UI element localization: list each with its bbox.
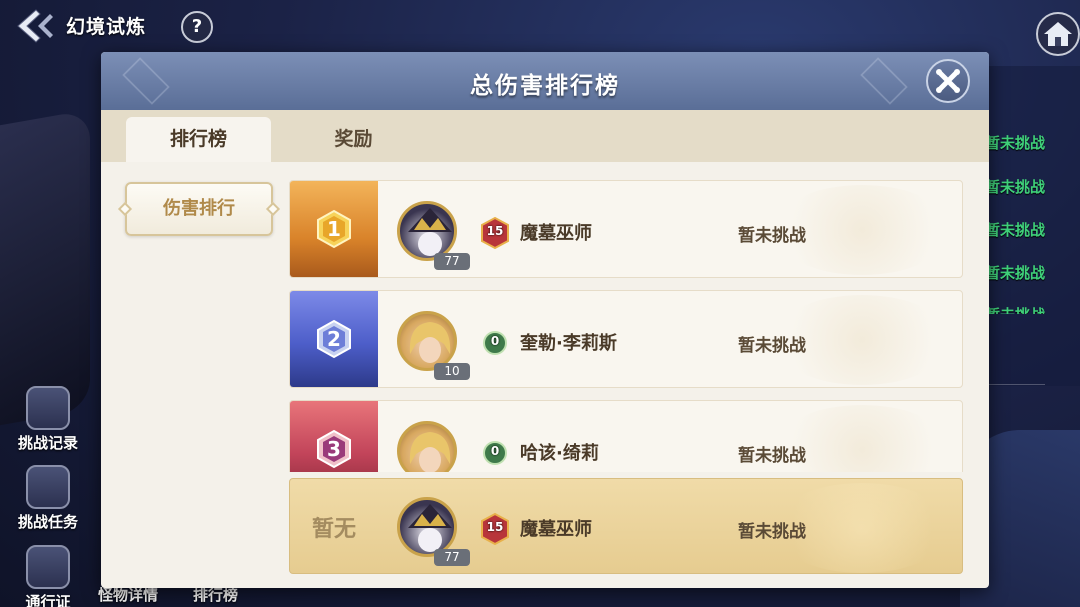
- challenge-task-button[interactable]: 挑战任务: [8, 465, 88, 532]
- ranking-row[interactable]: 3 10 0 哈该·绮莉 暂未挑战: [289, 400, 963, 472]
- rank-background: 1: [290, 181, 378, 277]
- background-status-text: 暂未挑战: [985, 178, 1046, 196]
- player-avatar[interactable]: [397, 201, 457, 261]
- pass-button[interactable]: 通行证: [8, 545, 88, 607]
- star-count: 0: [490, 334, 500, 348]
- back-arrow-icon: [17, 9, 53, 43]
- star-count: 15: [486, 520, 504, 534]
- diamond-ornament: [117, 201, 133, 217]
- player-name: 魔墓巫师: [520, 519, 592, 540]
- home-button[interactable]: [1036, 12, 1080, 56]
- home-icon: [1044, 22, 1072, 46]
- close-button[interactable]: [926, 59, 970, 103]
- star-rank-badge: 15: [478, 512, 512, 546]
- scroll-icon: [26, 465, 70, 509]
- ranking-row[interactable]: 2 10 0 奎勒·李莉斯 暂未挑战: [289, 290, 963, 388]
- challenge-status: 暂未挑战: [738, 336, 806, 356]
- star-rank-badge: 15: [478, 216, 512, 250]
- tab-leaderboard[interactable]: 排行榜: [126, 117, 271, 162]
- player-name: 奎勒·李莉斯: [520, 333, 617, 354]
- rank-background: 2: [290, 291, 378, 387]
- star-rank-badge: 0: [478, 436, 512, 470]
- tab-rewards[interactable]: 奖励: [281, 117, 426, 162]
- star-rank-badge: 0: [478, 326, 512, 360]
- tab-bar: 排行榜 奖励: [101, 110, 989, 162]
- background-status-text: 暂未挑战: [985, 221, 1046, 239]
- player-avatar[interactable]: [397, 421, 457, 472]
- challenge-status: 暂未挑战: [738, 226, 806, 246]
- modal-header: 总伤害排行榜: [101, 52, 989, 110]
- side-menu-label: 通行证: [25, 593, 71, 607]
- challenge-status: 暂未挑战: [738, 446, 806, 466]
- player-name: 哈该·绮莉: [520, 443, 599, 464]
- rank-number: 2: [327, 327, 341, 351]
- scroll-icon: [26, 386, 70, 430]
- category-label: 伤害排行: [163, 198, 235, 219]
- player-level: 10: [434, 363, 470, 380]
- challenge-status: 暂未挑战: [738, 522, 806, 542]
- background-status-text: 暂未挑战: [985, 264, 1046, 282]
- player-avatar[interactable]: [397, 497, 457, 557]
- challenge-record-button[interactable]: 挑战记录: [8, 386, 88, 453]
- player-avatar[interactable]: [397, 311, 457, 371]
- background-status-text: 暂未挑战: [985, 134, 1046, 152]
- rank-number: 3: [327, 437, 341, 461]
- back-button[interactable]: [16, 8, 56, 44]
- card-icon: [26, 545, 70, 589]
- close-icon: [936, 69, 960, 93]
- side-menu-label: 挑战记录: [17, 434, 78, 452]
- rank-background: 3: [290, 401, 378, 472]
- diamond-ornament: [265, 201, 281, 217]
- help-button[interactable]: ?: [181, 11, 213, 43]
- character-portrait-icon: [409, 432, 451, 472]
- my-ranking-row: 暂无 77 15 魔墓巫师 暂未挑战: [289, 478, 963, 574]
- ranking-row[interactable]: 1 77 15 魔墓巫师 暂未挑战: [289, 180, 963, 278]
- leaderboard-modal: 总伤害排行榜 排行榜 奖励 伤害排行 1 77 15 魔墓巫师 暂未挑战 2 1…: [101, 52, 989, 588]
- page-title: 幻境试炼: [66, 16, 147, 38]
- my-rank: 暂无: [311, 517, 356, 542]
- modal-title: 总伤害排行榜: [470, 73, 620, 99]
- star-count: 0: [490, 444, 500, 458]
- damage-ranking-category[interactable]: 伤害排行: [117, 182, 281, 236]
- divider: [985, 384, 1045, 385]
- ranking-list[interactable]: 1 77 15 魔墓巫师 暂未挑战 2 10 0 奎勒·李莉斯 暂未挑战 3 0…: [282, 172, 972, 472]
- background-rock: [0, 109, 90, 431]
- star-count: 15: [486, 224, 504, 238]
- background-status-text: 暂未挑战: [985, 304, 1080, 314]
- side-menu-label: 挑战任务: [17, 513, 78, 531]
- player-level: 77: [434, 253, 470, 270]
- player-name: 魔墓巫师: [520, 223, 592, 244]
- player-level: 77: [434, 549, 470, 566]
- rank-number: 1: [327, 217, 341, 241]
